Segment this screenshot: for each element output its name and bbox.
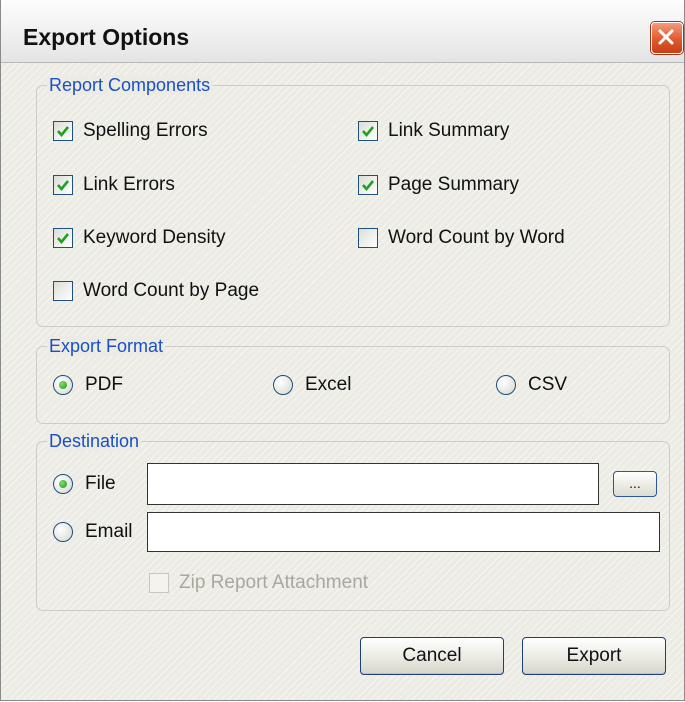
checkbox-box [53, 121, 73, 141]
checkbox-box [358, 228, 378, 248]
radio-label: PDF [85, 374, 123, 395]
radio-dot [53, 474, 73, 494]
radio-selected-icon [59, 480, 67, 488]
checkbox-box [53, 281, 73, 301]
checkbox-box [358, 175, 378, 195]
destination-legend: Destination [47, 431, 142, 451]
cancel-button[interactable]: Cancel [360, 637, 504, 675]
word-count-by-page-checkbox[interactable]: Word Count by Page [53, 280, 259, 302]
link-errors-checkbox[interactable]: Link Errors [53, 174, 175, 196]
export-format-legend: Export Format [47, 336, 166, 356]
close-button[interactable] [651, 22, 683, 54]
checkbox-label: Keyword Density [83, 227, 226, 248]
checkbox-label: Zip Report Attachment [179, 572, 369, 593]
checkbox-label: Word Count by Page [83, 280, 260, 301]
report-components-legend: Report Components [47, 75, 213, 95]
window-title: Export Options [23, 24, 190, 50]
export-format-group: Export Format [36, 336, 670, 424]
word-count-by-word-checkbox[interactable]: Word Count by Word [358, 227, 565, 249]
keyword-density-checkbox[interactable]: Keyword Density [53, 227, 226, 249]
export-button[interactable]: Export [522, 637, 666, 675]
zip-report-attachment-checkbox[interactable]: Zip Report Attachment [149, 572, 368, 594]
email-radio[interactable]: Email [53, 521, 133, 543]
spelling-errors-checkbox[interactable]: Spelling Errors [53, 120, 208, 142]
checkbox-label: Page Summary [388, 174, 519, 195]
radio-label: Excel [305, 374, 352, 395]
check-mark-icon [57, 126, 70, 138]
radio-dot [496, 375, 516, 395]
close-icon [658, 29, 674, 45]
radio-label: CSV [528, 374, 568, 395]
csv-radio[interactable]: CSV [496, 374, 567, 396]
checkbox-label: Spelling Errors [83, 120, 208, 141]
radio-selected-icon [59, 381, 67, 389]
page-summary-checkbox[interactable]: Page Summary [358, 174, 519, 196]
export-options-dialog: Export Options Report Components Spellin… [0, 0, 685, 701]
radio-label: File [85, 473, 116, 494]
link-summary-checkbox[interactable]: Link Summary [358, 120, 509, 142]
checkbox-box [358, 121, 378, 141]
check-mark-icon [362, 126, 375, 138]
checkbox-box [53, 228, 73, 248]
checkbox-label: Link Errors [83, 174, 175, 195]
radio-dot [53, 375, 73, 395]
check-mark-icon [57, 233, 70, 245]
checkbox-label: Word Count by Word [388, 227, 565, 248]
email-input[interactable] [147, 512, 660, 552]
checkbox-label: Link Summary [388, 120, 510, 141]
radio-dot [53, 522, 73, 542]
radio-label: Email [85, 521, 133, 542]
check-mark-icon [362, 180, 375, 192]
pdf-radio[interactable]: PDF [53, 374, 123, 396]
browse-button[interactable]: ... [613, 471, 657, 497]
excel-radio[interactable]: Excel [273, 374, 351, 396]
title-bar[interactable]: Export Options [1, 0, 684, 63]
file-radio[interactable]: File [53, 473, 116, 495]
check-mark-icon [57, 180, 70, 192]
checkbox-box [149, 573, 169, 593]
radio-dot [273, 375, 293, 395]
file-path-input[interactable] [147, 463, 599, 505]
checkbox-box [53, 175, 73, 195]
